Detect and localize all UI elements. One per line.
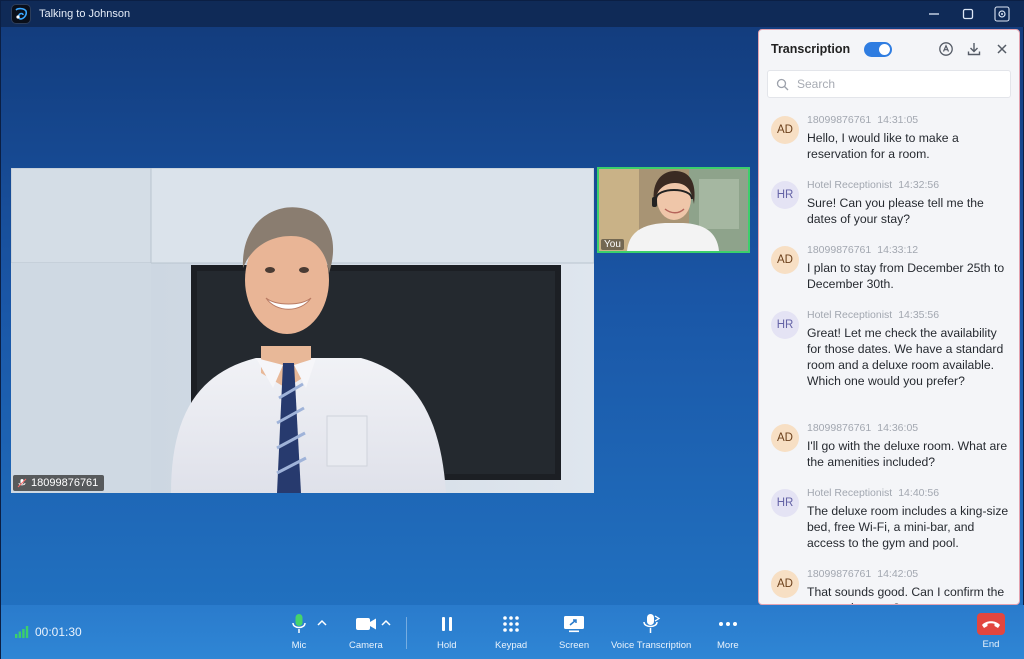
message-time: 14:42:05 (877, 568, 919, 580)
download-transcript-button[interactable] (965, 40, 983, 58)
main-video-feed[interactable]: 18099876761 (11, 168, 594, 493)
search-icon (776, 78, 789, 90)
window-title: Talking to Johnson (39, 8, 131, 20)
call-window: Talking to Johnson 18099876761 You Trans… (0, 0, 1024, 659)
transcription-toggle[interactable] (864, 41, 893, 57)
maximize-button[interactable] (951, 1, 985, 27)
control-divider (406, 617, 407, 649)
participant-number: 18099876761 (31, 477, 99, 489)
minimize-button[interactable] (917, 1, 951, 27)
keypad-button[interactable]: Keypad (495, 613, 527, 651)
more-icon (718, 622, 737, 626)
camera-icon (355, 618, 376, 630)
title-bar: Talking to Johnson (1, 1, 1024, 27)
translate-button[interactable] (937, 40, 955, 58)
participant-name-tag: 18099876761 (13, 475, 105, 491)
avatar: HR (771, 489, 799, 517)
avatar: HR (771, 181, 799, 209)
voice-transcription-button[interactable]: Voice Transcription (611, 613, 691, 651)
message-text: The deluxe room includes a king-size bed… (807, 504, 1009, 550)
message-text: Sure! Can you please tell me the dates o… (807, 196, 984, 226)
mic-icon (292, 614, 306, 633)
mic-options-chevron-icon[interactable] (317, 619, 327, 627)
message-time: 14:40:56 (898, 487, 940, 499)
download-icon (967, 43, 981, 56)
transcript-message: HR Hotel Receptionist 14:35:56 Great! Let… (759, 303, 1019, 416)
signal-strength-icon (15, 626, 29, 638)
mic-label: Mic (291, 640, 307, 651)
message-time: 14:36:05 (877, 422, 919, 434)
self-label: You (601, 239, 624, 250)
message-time: 14:31:05 (877, 114, 919, 126)
voice-transcription-icon (643, 614, 661, 633)
translate-icon (939, 42, 953, 56)
message-text: I plan to stay from December 25th to Dec… (807, 261, 1005, 291)
search-input[interactable] (797, 77, 997, 91)
transcript-message: AD 18099876761 14:31:05 Hello, I would li… (759, 108, 1019, 173)
end-label: End (982, 639, 1000, 650)
message-sender: Hotel Receptionist (807, 309, 893, 321)
message-sender: 18099876761 (807, 244, 872, 256)
transcript-message: HR Hotel Receptionist 14:40:56 The deluxe… (759, 481, 1019, 562)
maximize-icon (962, 8, 974, 20)
message-text: I'll go with the deluxe room. What are t… (807, 439, 1008, 469)
end-call-button[interactable]: End (977, 613, 1005, 650)
self-video-feed[interactable]: You (597, 167, 750, 253)
hang-up-icon (982, 621, 1000, 628)
screen-label: Screen (559, 640, 590, 651)
call-timer: 00:01:30 (15, 625, 82, 639)
remote-participant-image (11, 168, 594, 493)
message-text: Hello, I would like to make a reservatio… (807, 131, 959, 161)
window-controls (917, 1, 1019, 27)
message-sender: Hotel Receptionist (807, 487, 893, 499)
transcription-header: Transcription (759, 30, 1019, 68)
avatar: AD (771, 116, 799, 144)
hold-label: Hold (437, 640, 457, 651)
app-logo-icon (11, 4, 31, 24)
avatar: HR (771, 311, 799, 339)
close-icon (997, 44, 1007, 54)
message-text: Great! Let me check the availability for… (807, 326, 1004, 388)
message-sender: 18099876761 (807, 568, 872, 580)
mic-button[interactable]: Mic (291, 613, 307, 651)
pause-icon (441, 617, 452, 631)
avatar: AD (771, 246, 799, 274)
mic-muted-icon (17, 478, 27, 488)
transcript-message: AD 18099876761 14:33:12 I plan to stay fr… (759, 238, 1019, 303)
call-control-bar: 00:01:30 Mic Camera Hold Keypad Screen V… (1, 605, 1024, 659)
avatar: AD (771, 570, 799, 598)
transcript-message: HR Hotel Receptionist 14:32:56 Sure! Can … (759, 173, 1019, 238)
message-time: 14:35:56 (898, 309, 940, 321)
camera-button[interactable]: Camera (349, 613, 383, 651)
screen-share-icon (564, 616, 585, 633)
message-sender: 18099876761 (807, 114, 872, 126)
camera-options-chevron-icon[interactable] (381, 619, 391, 627)
minimize-icon (929, 13, 939, 15)
close-transcription-button[interactable] (993, 40, 1011, 58)
transcription-title: Transcription (771, 42, 851, 56)
camera-label: Camera (349, 640, 383, 651)
transcription-panel: Transcription Search AD 18099876761 14:3… (758, 29, 1020, 605)
message-time: 14:33:12 (877, 244, 919, 256)
close-window-button[interactable] (985, 1, 1019, 27)
more-label: More (717, 640, 739, 651)
voice-transcription-label: Voice Transcription (611, 640, 692, 651)
transcription-actions (937, 30, 1011, 68)
message-sender: 18099876761 (807, 422, 872, 434)
transcription-search[interactable] (767, 70, 1011, 98)
keypad-icon (503, 616, 519, 632)
keypad-label: Keypad (495, 640, 528, 651)
transcript-message: AD 18099876761 14:42:05 That sounds good.… (759, 562, 1019, 604)
transcript-message: AD 18099876761 14:36:05 I'll go with the … (759, 416, 1019, 481)
avatar: AD (771, 424, 799, 452)
message-text: That sounds good. Can I confirm the rese… (807, 585, 1005, 604)
message-sender: Hotel Receptionist (807, 179, 893, 191)
screen-share-button[interactable]: Screen (559, 613, 589, 651)
hold-button[interactable]: Hold (437, 613, 457, 651)
more-button[interactable]: More (717, 613, 739, 651)
screen-capture-icon (994, 6, 1010, 22)
transcript-list: AD 18099876761 14:31:05 Hello, I would li… (759, 108, 1019, 604)
call-duration: 00:01:30 (35, 625, 82, 639)
message-time: 14:32:56 (898, 179, 940, 191)
